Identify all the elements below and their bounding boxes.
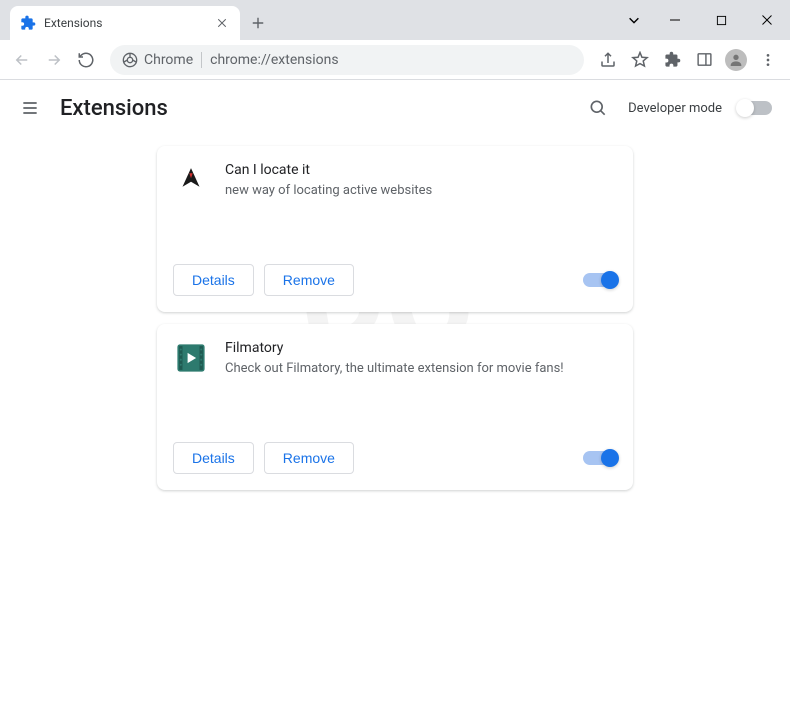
extension-description: new way of locating active websites (225, 182, 617, 200)
search-extensions-button[interactable] (584, 94, 612, 122)
search-icon (588, 98, 608, 118)
side-panel-button[interactable] (690, 46, 718, 74)
close-tab-button[interactable] (214, 15, 230, 31)
extensions-page-header: Extensions Developer mode (0, 80, 790, 136)
page-title: Extensions (60, 96, 168, 121)
details-button[interactable]: Details (173, 442, 254, 474)
reload-button[interactable] (72, 46, 100, 74)
new-tab-button[interactable] (244, 9, 272, 37)
extension-name: Filmatory (225, 340, 617, 356)
developer-mode-label: Developer mode (628, 101, 722, 116)
extension-icon (173, 162, 209, 198)
developer-mode-toggle[interactable] (738, 101, 772, 115)
hamburger-menu-button[interactable] (18, 96, 42, 120)
close-window-button[interactable] (744, 0, 790, 40)
extension-card: Filmatory Check out Filmatory, the ultim… (157, 324, 633, 490)
menu-button[interactable] (754, 46, 782, 74)
extension-toggle[interactable] (583, 451, 617, 465)
omnibox-divider (201, 52, 202, 68)
address-bar[interactable]: Chrome chrome://extensions (110, 45, 584, 75)
details-button[interactable]: Details (173, 264, 254, 296)
extension-description: Check out Filmatory, the ultimate extens… (225, 360, 617, 378)
window-titlebar: Extensions (0, 0, 790, 40)
bookmark-button[interactable] (626, 46, 654, 74)
extension-card: Can I locate it new way of locating acti… (157, 146, 633, 312)
site-info-button[interactable]: Chrome (122, 52, 193, 68)
maximize-button[interactable] (698, 0, 744, 40)
profile-button[interactable] (722, 46, 750, 74)
remove-button[interactable]: Remove (264, 264, 354, 296)
browser-toolbar: Chrome chrome://extensions (0, 40, 790, 80)
site-label: Chrome (144, 52, 193, 68)
toggle-knob (601, 271, 619, 289)
extension-icon (173, 340, 209, 376)
toggle-knob (736, 99, 754, 117)
browser-tab[interactable]: Extensions (10, 6, 240, 40)
back-button[interactable] (8, 46, 36, 74)
url-text: chrome://extensions (210, 52, 338, 68)
extensions-button[interactable] (658, 46, 686, 74)
toggle-knob (601, 449, 619, 467)
share-button[interactable] (594, 46, 622, 74)
tab-title: Extensions (44, 16, 206, 30)
chrome-logo-icon (122, 52, 138, 68)
forward-button[interactable] (40, 46, 68, 74)
minimize-button[interactable] (652, 0, 698, 40)
extension-name: Can I locate it (225, 162, 617, 178)
puzzle-piece-icon (20, 15, 36, 31)
extension-toggle[interactable] (583, 273, 617, 287)
tabs-dropdown-button[interactable] (616, 0, 652, 40)
remove-button[interactable]: Remove (264, 442, 354, 474)
avatar-icon (725, 49, 747, 71)
extensions-list: Can I locate it new way of locating acti… (0, 136, 790, 500)
